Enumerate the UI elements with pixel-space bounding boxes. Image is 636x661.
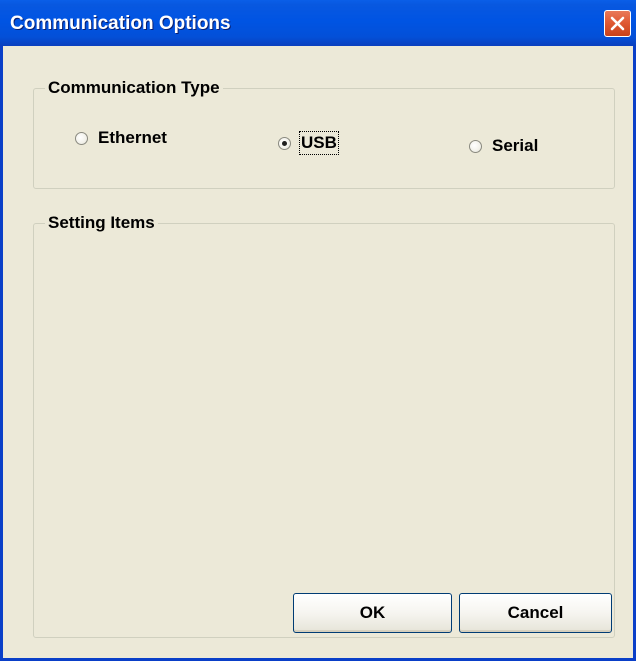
title-bar[interactable]: Communication Options bbox=[0, 0, 636, 46]
setting-items-group: Setting Items bbox=[33, 213, 615, 638]
radio-button-icon[interactable] bbox=[469, 139, 482, 153]
radio-ethernet-label[interactable]: Ethernet bbox=[98, 128, 167, 148]
ok-button[interactable]: OK bbox=[293, 593, 452, 633]
radio-usb-label[interactable]: USB bbox=[299, 131, 339, 155]
window-title: Communication Options bbox=[10, 13, 231, 34]
close-icon bbox=[610, 16, 625, 31]
communication-type-legend: Communication Type bbox=[48, 78, 220, 97]
radio-serial-label[interactable]: Serial bbox=[492, 136, 538, 156]
close-button[interactable] bbox=[604, 10, 631, 37]
radio-usb[interactable]: USB bbox=[278, 131, 339, 155]
setting-items-legend: Setting Items bbox=[48, 213, 155, 232]
cancel-button[interactable]: Cancel bbox=[459, 593, 612, 633]
radio-button-icon[interactable] bbox=[75, 131, 88, 145]
radio-button-selected-icon[interactable] bbox=[278, 136, 291, 150]
radio-serial[interactable]: Serial bbox=[469, 136, 538, 156]
radio-ethernet[interactable]: Ethernet bbox=[75, 128, 167, 148]
